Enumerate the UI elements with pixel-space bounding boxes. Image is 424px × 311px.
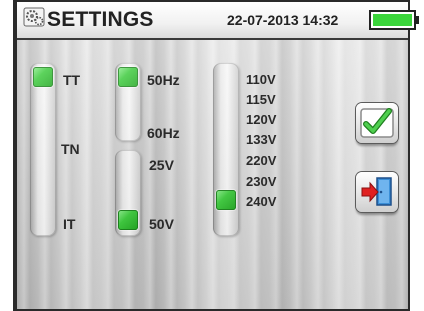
nominal-voltage-switch-track[interactable] (213, 63, 239, 236)
system-option-it[interactable]: IT (63, 216, 75, 232)
nominal-voltage-option-120v[interactable]: 120V (246, 112, 276, 127)
settings-panel: TT TN IT 50Hz 60Hz 25V 50V 110V 115V 120… (17, 40, 408, 309)
frequency-option-60hz[interactable]: 60Hz (147, 125, 180, 141)
contact-voltage-option-25v[interactable]: 25V (149, 157, 174, 173)
system-switch-track[interactable] (30, 63, 56, 236)
nominal-voltage-option-115v[interactable]: 115V (246, 92, 276, 107)
nominal-voltage-option-110v[interactable]: 110V (246, 72, 276, 87)
exit-button[interactable] (356, 172, 398, 212)
checkmark-icon (360, 108, 394, 138)
nominal-voltage-option-133v[interactable]: 133V (246, 132, 276, 147)
nominal-voltage-option-230v[interactable]: 230V (246, 174, 276, 189)
date-time: 22-07-2013 14:32 (227, 12, 339, 28)
contact-voltage-option-50v[interactable]: 50V (149, 216, 174, 232)
system-option-tn[interactable]: TN (61, 141, 80, 157)
contact-voltage-switch-knob[interactable] (118, 210, 138, 230)
exit-door-icon (361, 177, 392, 206)
nominal-voltage-option-220v[interactable]: 220V (246, 153, 276, 168)
nominal-voltage-switch-knob[interactable] (216, 190, 236, 210)
system-option-tt[interactable]: TT (63, 72, 80, 88)
page-title: SETTINGS (47, 8, 154, 31)
title-bar: SETTINGS 22-07-2013 14:32 (17, 2, 419, 40)
frequency-option-50hz[interactable]: 50Hz (147, 72, 180, 88)
nominal-voltage-option-240v[interactable]: 240V (246, 194, 276, 209)
system-switch-knob[interactable] (33, 67, 53, 87)
battery-icon (369, 10, 419, 30)
confirm-button[interactable] (356, 103, 398, 143)
settings-icon (23, 7, 45, 27)
device-screen: SETTINGS 22-07-2013 14:32 TT TN IT 50Hz … (0, 0, 424, 311)
frequency-switch-knob[interactable] (118, 67, 138, 87)
